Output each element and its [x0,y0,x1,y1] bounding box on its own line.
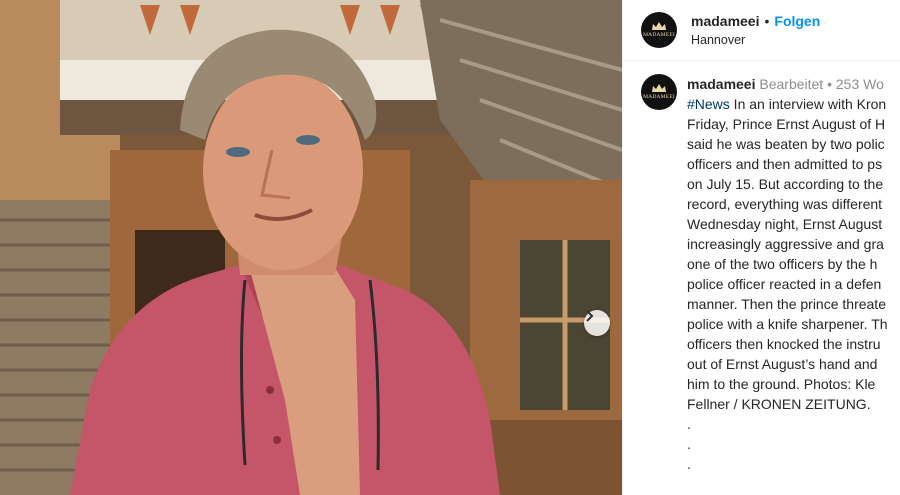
avatar[interactable]: MADAMEEI [641,12,677,48]
caption-text-line: one of the two officers by the h [687,256,878,272]
caption-text-line: record, everything was different [687,196,883,212]
crown-logo-icon [652,22,666,30]
caption-text-line: Fellner / KRONEN ZEITUNG. [687,396,871,412]
caption-text-line: manner. Then the prince threate [687,296,886,312]
separator-dot: • [827,76,832,92]
caption-text-line: out of Ernst August’s hand and [687,356,878,372]
avatar-brand-text: MADAMEEI [643,94,675,100]
caption-row: MADAMEEI madameei Bearbeitet • 253 Wo #N… [623,61,900,474]
post-caption: madameei Bearbeitet • 253 Wo #News In an… [687,74,900,474]
caption-text-line: Wednesday night, Ernst August [687,216,883,232]
caption-trailing-dot: . [687,456,691,472]
edited-label: Bearbeitet [759,76,824,92]
separator-dot: • [764,13,770,29]
post-sidebar: MADAMEEI madameei • Folgen Hannover MADA… [622,0,900,495]
caption-text-line: officers then knocked the instru [687,336,881,352]
chevron-right-icon [586,310,594,322]
caption-text-line: In an interview with Kron [729,96,887,112]
post-age[interactable]: 253 Wo [836,76,884,92]
caption-text-line: Friday, Prince Ernst August of H [687,116,886,132]
post-username[interactable]: madameei [691,13,759,29]
caption-text-line: said he was beaten by two polic [687,136,885,152]
next-slide-button[interactable] [584,310,610,336]
post-header: MADAMEEI madameei • Folgen Hannover [623,0,900,61]
caption-username[interactable]: madameei [687,76,755,92]
caption-text-line: him to the ground. Photos: Kle [687,376,876,392]
post-photo [0,0,622,495]
avatar-brand-text: MADAMEEI [643,32,675,38]
photo-illustration [0,0,622,495]
post-location[interactable]: Hannover [691,33,820,47]
caption-text-line: police with a knife sharpener. Th [687,316,888,332]
hashtag-link[interactable]: #News [687,96,730,112]
caption-text-line: police officer reacted in a defen [687,276,882,292]
caption-avatar[interactable]: MADAMEEI [641,74,677,110]
caption-text-line: officers and then admitted to ps [687,156,883,172]
crown-logo-icon [652,84,666,92]
follow-button[interactable]: Folgen [774,13,820,29]
caption-text-line: increasingly aggressive and gra [687,236,884,252]
caption-trailing-dot: . [687,416,691,432]
caption-trailing-dot: . [687,436,691,452]
caption-text-line: on July 15. But according to the [687,176,884,192]
